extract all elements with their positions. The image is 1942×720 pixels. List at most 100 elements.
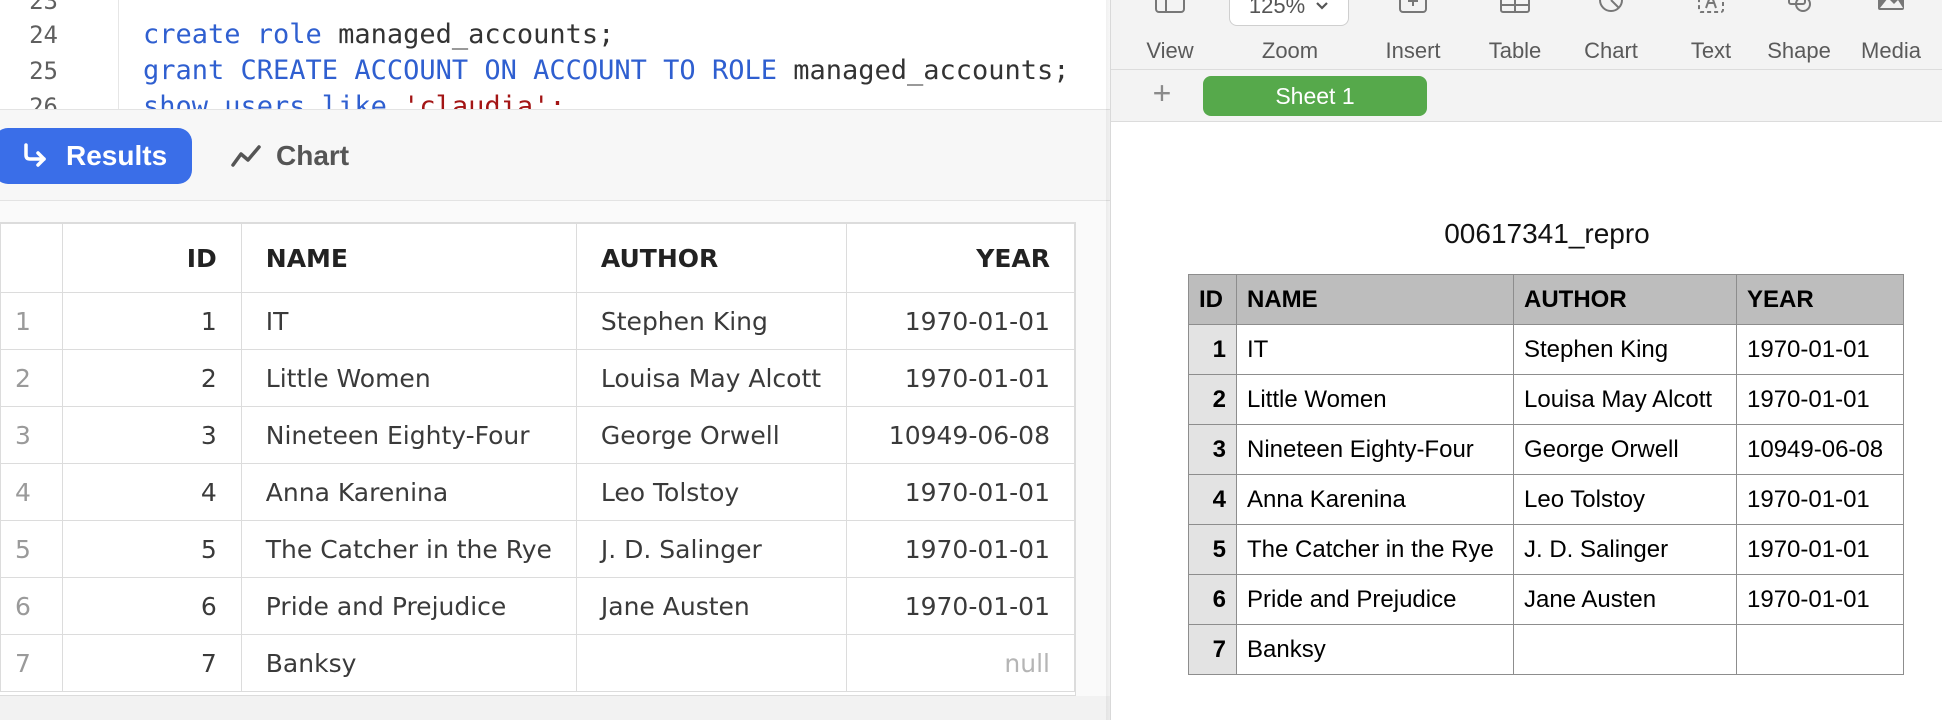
cell-name[interactable]: Little Women	[1236, 374, 1514, 425]
column-header-name[interactable]: NAME	[1236, 274, 1514, 325]
toolbar-table-button[interactable]: Table	[1475, 0, 1555, 70]
table-row[interactable]: 4 4 Anna Karenina Leo Tolstoy 1970-01-01	[0, 463, 1075, 521]
cell-year-null[interactable]: null	[845, 634, 1075, 692]
column-header-author[interactable]: AUTHOR	[575, 223, 847, 293]
cell-id[interactable]: 7	[61, 634, 242, 692]
cell-id[interactable]: 3	[61, 406, 242, 464]
cell-year[interactable]: 10949-06-08	[1736, 424, 1904, 475]
column-header-id[interactable]: ID	[1188, 274, 1237, 325]
table-row[interactable]: 1 IT Stephen King 1970-01-01	[1188, 324, 1904, 375]
toolbar-media-button[interactable]: Media	[1851, 0, 1931, 70]
table-row[interactable]: 6 Pride and Prejudice Jane Austen 1970-0…	[1188, 574, 1904, 625]
cell-author[interactable]: Louisa May Alcott	[575, 349, 847, 407]
cell-name[interactable]: IT	[1236, 324, 1514, 375]
cell-id[interactable]: 5	[1188, 524, 1237, 575]
cell-year[interactable]: 1970-01-01	[1736, 524, 1904, 575]
table-row[interactable]: 2 2 Little Women Louisa May Alcott 1970-…	[0, 349, 1075, 407]
chart-tab-button[interactable]: Chart	[230, 128, 349, 184]
cell-id[interactable]: 2	[1188, 374, 1237, 425]
results-grid[interactable]: ID NAME AUTHOR YEAR 1 1 IT Stephen King …	[0, 222, 1076, 696]
table-row[interactable]: 5 The Catcher in the Rye J. D. Salinger …	[1188, 524, 1904, 575]
column-header-author[interactable]: AUTHOR	[1513, 274, 1737, 325]
cell-year[interactable]: 1970-01-01	[845, 349, 1075, 407]
cell-name[interactable]: Nineteen Eighty-Four	[240, 406, 577, 464]
cell-name[interactable]: The Catcher in the Rye	[1236, 524, 1514, 575]
table-row[interactable]: 6 6 Pride and Prejudice Jane Austen 1970…	[0, 577, 1075, 635]
add-sheet-button[interactable]: +	[1145, 76, 1179, 110]
cell-author[interactable]: J. D. Salinger	[1513, 524, 1737, 575]
cell-year[interactable]: 1970-01-01	[845, 463, 1075, 521]
insert-icon	[1399, 0, 1427, 13]
cell-author[interactable]: Leo Tolstoy	[1513, 474, 1737, 525]
table-row[interactable]: 7 7 Banksy null	[0, 634, 1075, 692]
table-title[interactable]: 00617341_repro	[1111, 218, 1942, 250]
cell-name[interactable]: Pride and Prejudice	[240, 577, 577, 635]
cell-author[interactable]: J. D. Salinger	[575, 520, 847, 578]
cell-author[interactable]: Stephen King	[575, 292, 847, 350]
column-header-name[interactable]: NAME	[240, 223, 577, 293]
cell-name[interactable]: Pride and Prejudice	[1236, 574, 1514, 625]
cell-name[interactable]: The Catcher in the Rye	[240, 520, 577, 578]
cell-author[interactable]: Jane Austen	[1513, 574, 1737, 625]
cell-id[interactable]: 4	[1188, 474, 1237, 525]
code-token: create role	[143, 19, 339, 50]
toolbar-label: Insert	[1385, 38, 1441, 63]
cell-name[interactable]: Anna Karenina	[1236, 474, 1514, 525]
cell-year[interactable]: 1970-01-01	[1736, 474, 1904, 525]
cell-year[interactable]: 10949-06-08	[845, 406, 1075, 464]
toolbar-shape-button[interactable]: Shape	[1759, 0, 1839, 70]
cell-name[interactable]: Banksy	[1236, 624, 1514, 675]
toolbar-chart-button[interactable]: Chart	[1571, 0, 1651, 70]
table-row[interactable]: 3 3 Nineteen Eighty-Four George Orwell 1…	[0, 406, 1075, 464]
cell-author[interactable]: Jane Austen	[575, 577, 847, 635]
cell-year[interactable]: 1970-01-01	[845, 292, 1075, 350]
zoom-select[interactable]: 125%	[1229, 0, 1349, 26]
table-row[interactable]: 7 Banksy	[1188, 624, 1904, 675]
sheet-tab[interactable]: Sheet 1	[1203, 76, 1427, 116]
toolbar-view-button[interactable]: View	[1135, 0, 1205, 70]
table-row[interactable]: 5 5 The Catcher in the Rye J. D. Salinge…	[0, 520, 1075, 578]
cell-year[interactable]: 1970-01-01	[1736, 574, 1904, 625]
cell-author[interactable]: George Orwell	[1513, 424, 1737, 475]
cell-id[interactable]: 2	[61, 349, 242, 407]
cell-author[interactable]: Louisa May Alcott	[1513, 374, 1737, 425]
cell-id[interactable]: 5	[61, 520, 242, 578]
cell-year[interactable]	[1736, 624, 1904, 675]
toolbar-insert-button[interactable]: Insert	[1373, 0, 1453, 70]
sidebar-icon	[1155, 0, 1185, 13]
column-header-id[interactable]: ID	[61, 223, 242, 293]
cell-name[interactable]: Anna Karenina	[240, 463, 577, 521]
cell-author[interactable]: Leo Tolstoy	[575, 463, 847, 521]
cell-id[interactable]: 6	[1188, 574, 1237, 625]
numbers-table[interactable]: ID NAME AUTHOR YEAR 1 IT Stephen King 19…	[1188, 274, 1904, 675]
cell-id[interactable]: 4	[61, 463, 242, 521]
table-row[interactable]: 4 Anna Karenina Leo Tolstoy 1970-01-01	[1188, 474, 1904, 525]
cell-author[interactable]: Stephen King	[1513, 324, 1737, 375]
cell-name[interactable]: Banksy	[240, 634, 577, 692]
table-row[interactable]: 3 Nineteen Eighty-Four George Orwell 109…	[1188, 424, 1904, 475]
cell-author[interactable]: George Orwell	[575, 406, 847, 464]
cell-id[interactable]: 1	[61, 292, 242, 350]
cell-author[interactable]	[575, 634, 847, 692]
cell-author[interactable]	[1513, 624, 1737, 675]
cell-name[interactable]: IT	[240, 292, 577, 350]
cell-id[interactable]: 6	[61, 577, 242, 635]
table-row[interactable]: 2 Little Women Louisa May Alcott 1970-01…	[1188, 374, 1904, 425]
cell-year[interactable]: 1970-01-01	[845, 520, 1075, 578]
cell-year[interactable]: 1970-01-01	[1736, 374, 1904, 425]
column-header-year[interactable]: YEAR	[1736, 274, 1904, 325]
cell-id[interactable]: 3	[1188, 424, 1237, 475]
column-header-year[interactable]: YEAR	[845, 223, 1075, 293]
cell-id[interactable]: 1	[1188, 324, 1237, 375]
results-tab-button[interactable]: Results	[0, 128, 192, 184]
toolbar-zoom-button[interactable]: 125% Zoom	[1229, 0, 1349, 70]
cell-name[interactable]: Nineteen Eighty-Four	[1236, 424, 1514, 475]
cell-year[interactable]: 1970-01-01	[845, 577, 1075, 635]
sql-editor[interactable]: 23 24 create role managed_accounts; 25 g…	[0, 0, 1110, 109]
cell-id[interactable]: 7	[1188, 624, 1237, 675]
cell-year[interactable]: 1970-01-01	[1736, 324, 1904, 375]
toolbar-text-button[interactable]: Text	[1671, 0, 1751, 70]
table-row[interactable]: 1 1 IT Stephen King 1970-01-01	[0, 292, 1075, 350]
code-token: managed_accounts;	[338, 19, 615, 50]
cell-name[interactable]: Little Women	[240, 349, 577, 407]
